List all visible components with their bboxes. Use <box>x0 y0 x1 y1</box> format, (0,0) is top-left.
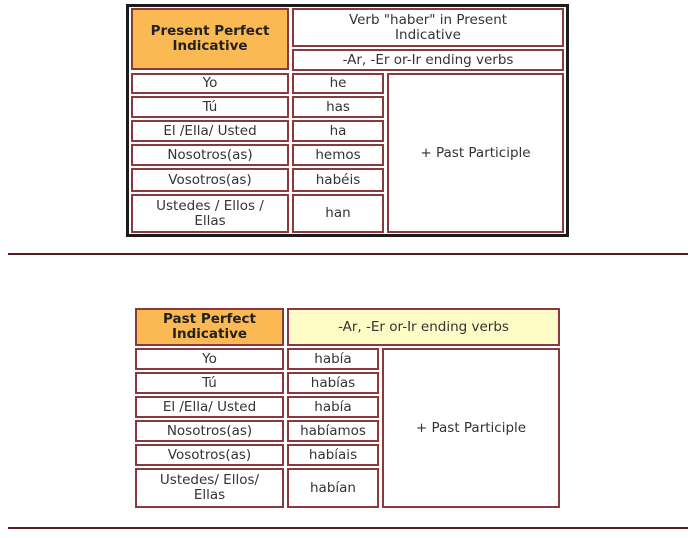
pronoun-cell: Ustedes/ Ellos/ Ellas <box>135 468 284 508</box>
verb-cell: habían <box>287 468 379 508</box>
verb-cell: habíamos <box>287 420 379 442</box>
verb-cell: has <box>292 96 384 118</box>
verb-cell: habéis <box>292 168 384 192</box>
pronoun-cell: Vosotros(as) <box>131 168 289 192</box>
pronoun-cell: Tú <box>131 96 289 118</box>
pronoun-cell: Yo <box>135 348 284 370</box>
present-perfect-title: Present Perfect Indicative <box>131 8 289 70</box>
pronoun-cell: Vosotros(as) <box>135 444 284 466</box>
verb-cell: había <box>287 396 379 418</box>
verb-cell: había <box>287 348 379 370</box>
pronoun-cell: El /Ella/ Usted <box>135 396 284 418</box>
present-perfect-header-top: Verb "haber" in Present Indicative <box>292 8 564 47</box>
verb-cell: he <box>292 73 384 94</box>
verb-cell: habíais <box>287 444 379 466</box>
section-divider <box>8 253 688 255</box>
present-perfect-participle: + Past Participle <box>387 73 564 233</box>
past-perfect-title: Past Perfect Indicative <box>135 308 284 346</box>
section-divider <box>8 527 688 529</box>
pronoun-cell: El /Ella/ Usted <box>131 120 289 142</box>
verb-cell: habías <box>287 372 379 394</box>
past-perfect-participle: + Past Participle <box>382 348 560 508</box>
verb-cell: hemos <box>292 144 384 166</box>
present-perfect-header-sub: -Ar, -Er or-Ir ending verbs <box>292 49 564 71</box>
pronoun-cell: Yo <box>131 73 289 94</box>
pronoun-cell: Tú <box>135 372 284 394</box>
verb-cell: ha <box>292 120 384 142</box>
pronoun-cell: Nosotros(as) <box>135 420 284 442</box>
past-perfect-header-sub: -Ar, -Er or-Ir ending verbs <box>287 308 560 346</box>
pronoun-cell: Ustedes / Ellos / Ellas <box>131 194 289 233</box>
verb-cell: han <box>292 194 384 233</box>
pronoun-cell: Nosotros(as) <box>131 144 289 166</box>
